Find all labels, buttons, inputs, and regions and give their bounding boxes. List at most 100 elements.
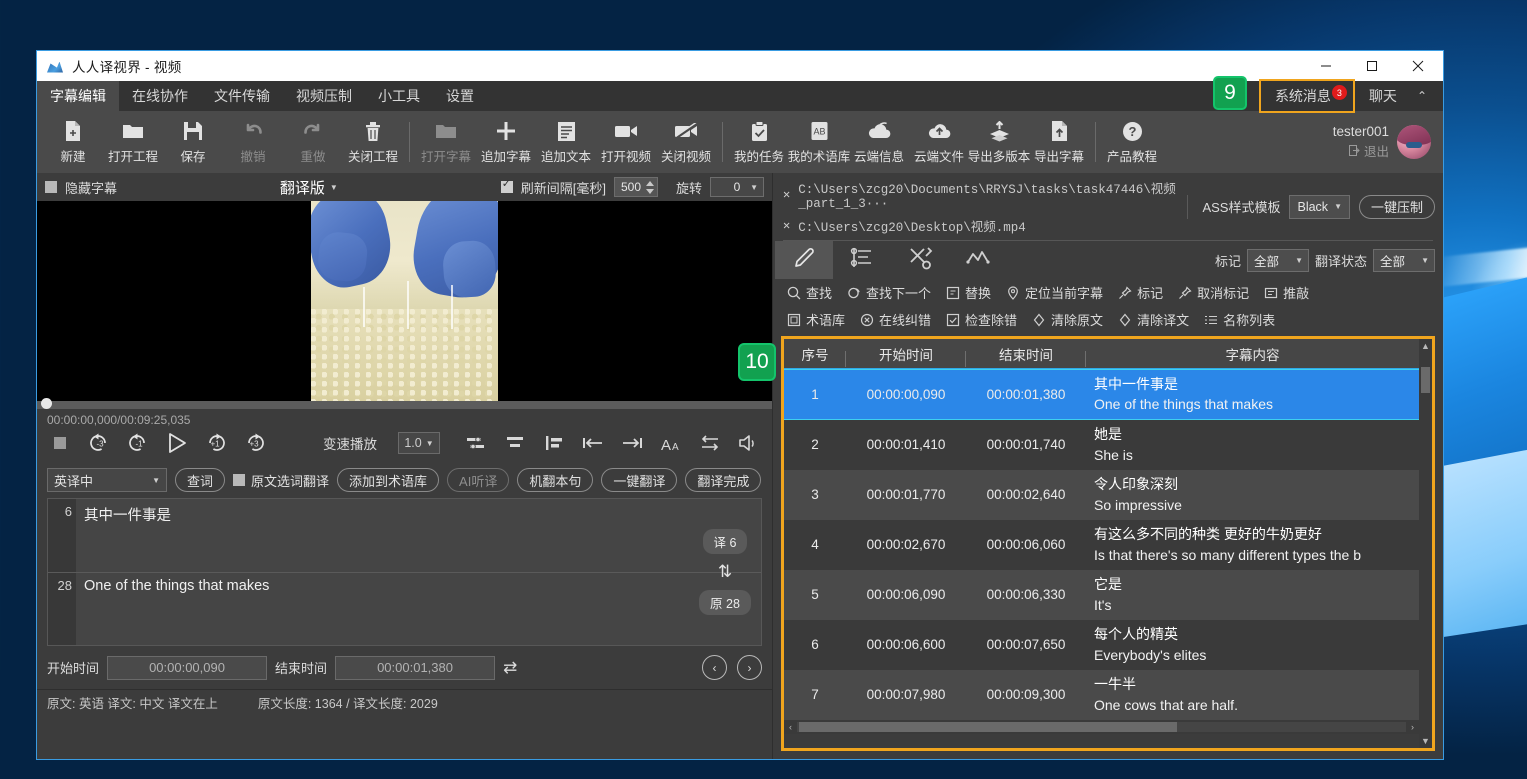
toolbar-append-text[interactable]: 追加文本	[536, 113, 596, 171]
set-start-time-icon[interactable]	[580, 430, 606, 456]
column-header-start-time[interactable]: 开始时间	[846, 344, 966, 364]
toolbar-export-multi[interactable]: 导出多版本	[969, 113, 1029, 171]
refresh-interval-input[interactable]: 500	[614, 177, 658, 197]
column-header-index[interactable]: 序号	[784, 344, 846, 364]
play-button[interactable]	[164, 430, 190, 456]
toolbar-my-tasks[interactable]: 我的任务	[729, 113, 789, 171]
toolbar-close-project[interactable]: 关闭工程	[343, 113, 403, 171]
video-seek-bar[interactable]	[37, 401, 772, 409]
playback-speed-dropdown[interactable]: 1.0 ▼	[398, 432, 440, 454]
font-size-icon[interactable]: AA	[658, 430, 684, 456]
menu-item-tools[interactable]: 小工具	[365, 81, 433, 111]
set-end-time-icon[interactable]	[619, 430, 645, 456]
toolbar-redo[interactable]: 重做	[283, 113, 343, 171]
tab-list-settings[interactable]	[833, 241, 891, 279]
maximize-button[interactable]	[1349, 51, 1395, 81]
forward-3-button[interactable]: +3	[242, 430, 268, 456]
swap-source-target-icon[interactable]: ⇅	[718, 562, 732, 582]
time-swap-icon[interactable]: ⇄	[503, 658, 517, 678]
action-check-errors[interactable]: 检查除错	[940, 308, 1022, 331]
action-locate-current[interactable]: 定位当前字幕	[1000, 281, 1108, 304]
one-click-translate-button[interactable]: 一键翻译	[601, 468, 677, 492]
avatar[interactable]	[1397, 125, 1431, 159]
chevron-up-icon[interactable]: ⌃	[1411, 89, 1433, 103]
menu-item-video-compress[interactable]: 视频压制	[283, 81, 365, 111]
menu-item-online-collab[interactable]: 在线协作	[119, 81, 201, 111]
language-direction-dropdown[interactable]: 英译中 ▼	[47, 468, 167, 492]
table-horizontal-scrollbar[interactable]: ‹ ›	[784, 720, 1419, 734]
scroll-up-icon[interactable]: ▲	[1419, 339, 1432, 353]
previous-subtitle-button[interactable]: ‹	[702, 655, 727, 680]
toolbar-export-subtitle[interactable]: 导出字幕	[1029, 113, 1089, 171]
menu-item-file-transfer[interactable]: 文件传输	[201, 81, 283, 111]
translation-badge[interactable]: 译 6	[703, 529, 748, 554]
action-unmark[interactable]: 取消标记	[1172, 281, 1254, 304]
action-clear-source[interactable]: 清除原文	[1026, 308, 1108, 331]
source-badge[interactable]: 原 28	[699, 590, 751, 615]
rotate-dropdown[interactable]: 0 ▼	[710, 177, 764, 197]
column-header-subtitle-content[interactable]: 字幕内容	[1086, 344, 1419, 364]
table-row[interactable]: 6 00:00:06,600 00:00:07,650 每个人的精英 Every…	[784, 620, 1419, 670]
one-click-compress-button[interactable]: 一键压制	[1359, 195, 1435, 219]
menu-item-subtitle-edit[interactable]: 字幕编辑	[37, 81, 119, 111]
merge-lines-icon[interactable]	[502, 430, 528, 456]
action-polish[interactable]: 推敲	[1258, 281, 1314, 304]
editor-source-line[interactable]: 28 One of the things that makes	[48, 572, 761, 646]
tab-waveform[interactable]	[949, 241, 1007, 279]
editor-translation-line[interactable]: 6 其中一件事是	[48, 499, 761, 572]
rewind-1-button[interactable]: -1	[125, 430, 151, 456]
close-button[interactable]	[1395, 51, 1441, 81]
scroll-down-icon[interactable]: ▼	[1419, 734, 1432, 748]
start-time-input[interactable]: 00:00:00,090	[107, 656, 267, 680]
machine-translate-line-button[interactable]: 机翻本句	[517, 468, 593, 492]
table-row[interactable]: 7 00:00:07,980 00:00:09,300 一牛半 One cows…	[784, 670, 1419, 720]
table-row[interactable]: 2 00:00:01,410 00:00:01,740 她是 She is	[784, 420, 1419, 470]
translation-done-button[interactable]: 翻译完成	[685, 468, 761, 492]
minimize-button[interactable]	[1303, 51, 1349, 81]
menu-item-settings[interactable]: 设置	[433, 81, 487, 111]
action-find-next[interactable]: 查找下一个	[841, 281, 936, 304]
action-find[interactable]: 查找	[781, 281, 837, 304]
action-clear-target[interactable]: 清除译文	[1112, 308, 1194, 331]
table-row[interactable]: 1 00:00:00,090 00:00:01,380 其中一件事是 One o…	[784, 369, 1419, 420]
system-message-button[interactable]: 系统消息 3	[1259, 79, 1355, 113]
translation-version-dropdown[interactable]: 翻译版 ▼	[280, 177, 338, 198]
translation-text[interactable]: 其中一件事是	[76, 499, 761, 572]
toolbar-close-video[interactable]: 关闭视频	[656, 113, 716, 171]
source-text[interactable]: One of the things that makes	[76, 573, 761, 646]
action-online-fix[interactable]: 在线纠错	[854, 308, 936, 331]
align-split-icon[interactable]	[463, 430, 489, 456]
hscroll-thumb[interactable]	[799, 722, 1177, 732]
tab-edit[interactable]	[775, 241, 833, 279]
toolbar-save[interactable]: 保存	[163, 113, 223, 171]
table-row[interactable]: 3 00:00:01,770 00:00:02,640 令人印象深刻 So im…	[784, 470, 1419, 520]
ai-transcribe-button[interactable]: AI听译	[447, 468, 509, 492]
select-translate-option[interactable]: 原文选词翻译	[233, 471, 329, 490]
stop-button[interactable]	[47, 430, 73, 456]
scroll-right-icon[interactable]: ›	[1406, 722, 1419, 732]
toolbar-append-subtitle[interactable]: 追加字幕	[476, 113, 536, 171]
toolbar-open-project[interactable]: 打开工程	[103, 113, 163, 171]
mark-filter-dropdown[interactable]: 全部 ▼	[1247, 249, 1309, 272]
align-left-icon[interactable]	[541, 430, 567, 456]
video-preview[interactable]	[37, 201, 772, 401]
toolbar-undo[interactable]: 撤销	[223, 113, 283, 171]
refresh-interval-checkbox[interactable]	[501, 181, 513, 193]
table-row[interactable]: 5 00:00:06,090 00:00:06,330 它是 It's	[784, 570, 1419, 620]
file-path-row[interactable]: ✕ C:\Users\zcg20\Documents\RRYSJ\tasks\t…	[783, 178, 1187, 211]
toolbar-open-video[interactable]: 打开视频	[596, 113, 656, 171]
swap-lines-icon[interactable]	[697, 430, 723, 456]
vscroll-thumb[interactable]	[1421, 367, 1430, 393]
hide-subtitle-checkbox[interactable]	[45, 181, 57, 193]
close-icon[interactable]: ✕	[783, 187, 790, 202]
table-row[interactable]: 4 00:00:02,670 00:00:06,060 有这么多不同的种类 更好…	[784, 520, 1419, 570]
toolbar-cloud-info[interactable]: 云端信息	[849, 113, 909, 171]
file-path-row[interactable]: ✕ C:\Users\zcg20\Desktop\视频.mp4	[783, 216, 1187, 235]
video-seek-handle[interactable]	[41, 398, 52, 409]
action-glossary[interactable]: 术语库	[781, 308, 850, 331]
rewind-3-button[interactable]: -3	[86, 430, 112, 456]
ass-template-dropdown[interactable]: Black ▼	[1289, 195, 1350, 219]
close-icon[interactable]: ✕	[783, 218, 790, 233]
lookup-word-button[interactable]: 查词	[175, 468, 225, 492]
scroll-left-icon[interactable]: ‹	[784, 722, 797, 732]
